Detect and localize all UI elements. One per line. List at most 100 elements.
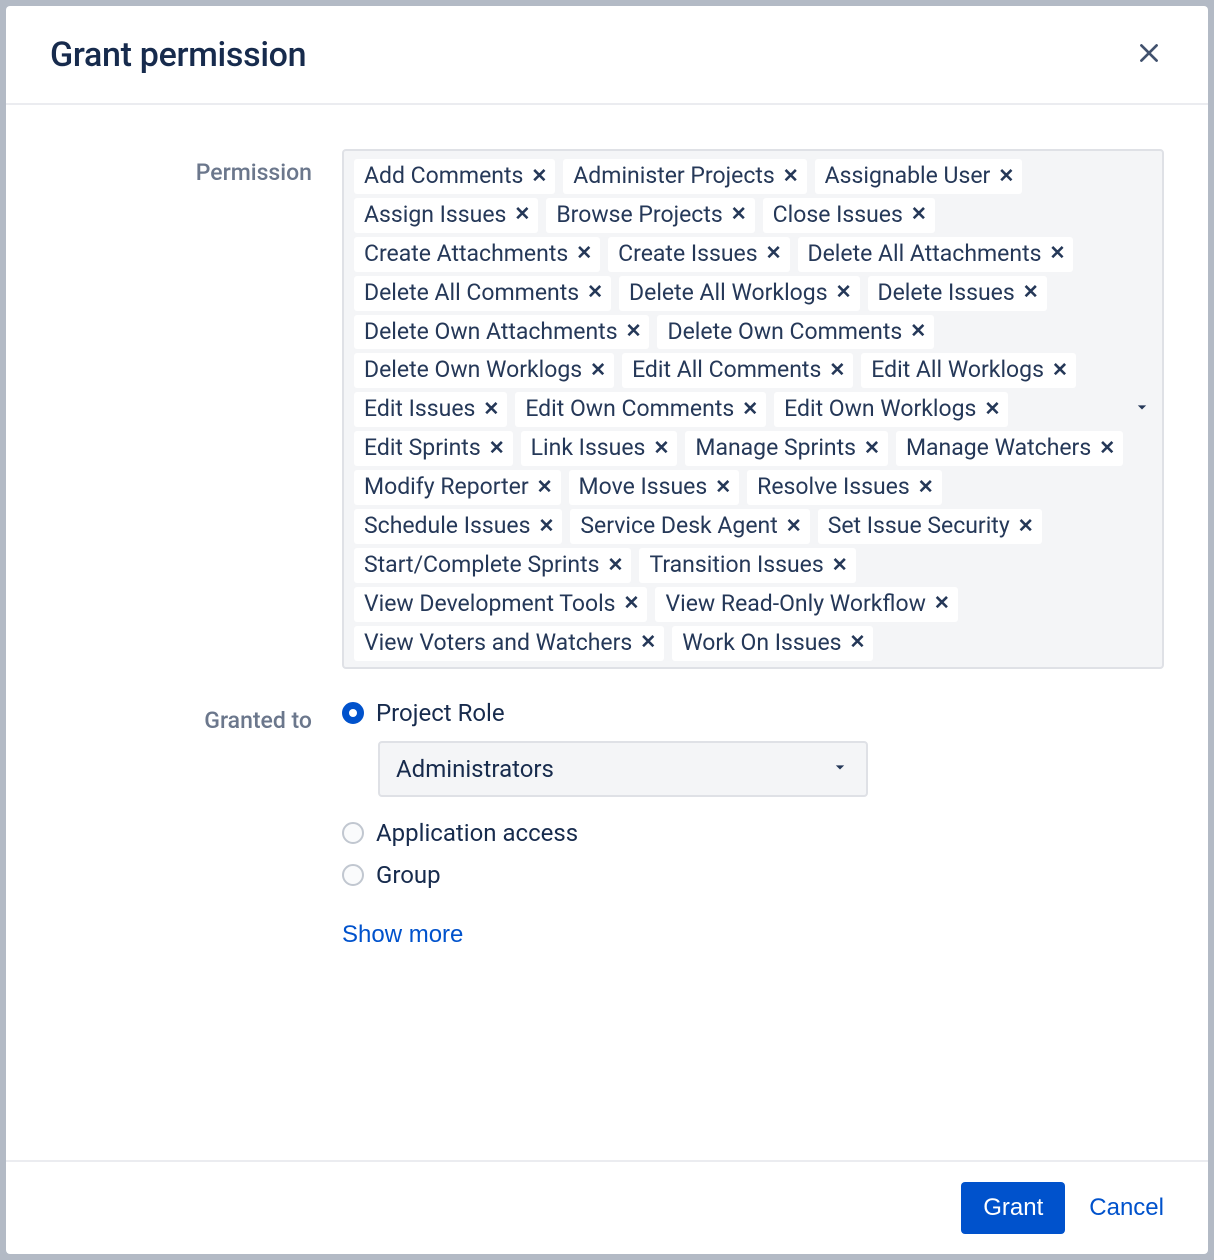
remove-tag-icon[interactable]: ✕	[1049, 241, 1065, 266]
remove-tag-icon[interactable]: ✕	[624, 591, 640, 616]
remove-tag-icon[interactable]: ✕	[626, 319, 642, 344]
permission-tag: Work On Issues✕	[672, 626, 873, 661]
dialog-header: Grant permission	[6, 6, 1208, 105]
permission-tag-label: Edit Own Comments	[525, 394, 734, 424]
permission-tag: Manage Sprints ✕	[685, 431, 888, 466]
grant-button[interactable]: Grant	[961, 1182, 1065, 1234]
remove-tag-icon[interactable]: ✕	[864, 436, 880, 461]
permission-tag: Manage Watchers✕	[896, 431, 1123, 466]
remove-tag-icon[interactable]: ✕	[786, 514, 802, 539]
permission-tag: Modify Reporter✕	[354, 470, 561, 505]
remove-tag-icon[interactable]: ✕	[832, 553, 848, 578]
radio-option[interactable]: Application access	[342, 819, 1164, 847]
dialog-title: Grant permission	[50, 35, 306, 75]
permission-tag: View Development Tools ✕	[354, 587, 647, 622]
cancel-button[interactable]: Cancel	[1089, 1194, 1164, 1222]
role-select-value: Administrators	[396, 755, 554, 783]
permission-tag-label: View Development Tools	[364, 589, 616, 619]
permission-tag: Edit Own Comments ✕	[515, 392, 766, 427]
permission-tag-label: Assign Issues	[364, 200, 506, 230]
permission-tag: Delete Own Worklogs✕	[354, 353, 614, 388]
remove-tag-icon[interactable]: ✕	[587, 280, 603, 305]
permission-field: Permission Add Comments✕Administer Proje…	[50, 149, 1164, 669]
role-select[interactable]: Administrators	[378, 741, 868, 797]
granted-to-field: Granted to Project Role Administrators App…	[50, 697, 1164, 949]
permission-tag-label: Create Attachments	[364, 239, 568, 269]
remove-tag-icon[interactable]: ✕	[998, 164, 1014, 189]
remove-tag-icon[interactable]: ✕	[1018, 514, 1034, 539]
permission-tag: View Read-Only Workflow ✕	[655, 587, 957, 622]
permission-tag-label: Edit Sprints	[364, 433, 481, 463]
permission-tag: Delete Own Comments✕	[657, 315, 934, 350]
remove-tag-icon[interactable]: ✕	[850, 630, 866, 655]
permission-tag-label: Set Issue Security	[828, 511, 1010, 541]
radio-option[interactable]: Project Role	[342, 699, 1164, 727]
permission-tag-label: Assignable User	[825, 161, 991, 191]
remove-tag-icon[interactable]: ✕	[653, 436, 669, 461]
remove-tag-icon[interactable]: ✕	[766, 241, 782, 266]
permission-tag-label: View Read-Only Workflow	[665, 589, 925, 619]
remove-tag-icon[interactable]: ✕	[538, 514, 554, 539]
permission-tag: Delete Issues✕	[868, 276, 1047, 311]
permission-tag: Schedule Issues ✕	[354, 509, 562, 544]
permission-tag-label: Move Issues	[579, 472, 708, 502]
permission-tag: Resolve Issues ✕	[747, 470, 942, 505]
permission-tag-label: Delete All Attachments	[808, 239, 1042, 269]
permission-tag-label: Resolve Issues	[757, 472, 910, 502]
permission-tag: Delete All Comments✕	[354, 276, 611, 311]
close-button[interactable]	[1130, 34, 1168, 75]
permission-multiselect[interactable]: Add Comments✕Administer Projects✕Assigna…	[342, 149, 1164, 669]
permission-tag: Edit All Comments✕	[622, 353, 853, 388]
permission-tag: Edit Own Worklogs✕	[774, 392, 1008, 427]
permission-tag-label: View Voters and Watchers	[364, 628, 632, 658]
remove-tag-icon[interactable]: ✕	[918, 475, 934, 500]
permission-tag: Transition Issues ✕	[639, 548, 855, 583]
remove-tag-icon[interactable]: ✕	[731, 202, 747, 227]
remove-tag-icon[interactable]: ✕	[1052, 358, 1068, 383]
permission-tag: Start/Complete Sprints ✕	[354, 548, 631, 583]
remove-tag-icon[interactable]: ✕	[483, 397, 499, 422]
remove-tag-icon[interactable]: ✕	[531, 164, 547, 189]
remove-tag-icon[interactable]: ✕	[514, 202, 530, 227]
dialog-body: Permission Add Comments✕Administer Proje…	[6, 105, 1208, 1160]
remove-tag-icon[interactable]: ✕	[783, 164, 799, 189]
remove-tag-icon[interactable]: ✕	[590, 358, 606, 383]
remove-tag-icon[interactable]: ✕	[640, 630, 656, 655]
permission-tag: Service Desk Agent✕	[570, 509, 809, 544]
permission-tag: Link Issues✕	[521, 431, 678, 466]
remove-tag-icon[interactable]: ✕	[489, 436, 505, 461]
remove-tag-icon[interactable]: ✕	[1099, 436, 1115, 461]
permission-tag: Close Issues✕	[763, 198, 935, 233]
remove-tag-icon[interactable]: ✕	[715, 475, 731, 500]
remove-tag-icon[interactable]: ✕	[910, 319, 926, 344]
permission-tag: Move Issues ✕	[569, 470, 740, 505]
remove-tag-icon[interactable]: ✕	[742, 397, 758, 422]
granted-to-label: Granted to	[50, 697, 342, 949]
remove-tag-icon[interactable]: ✕	[911, 202, 927, 227]
permission-tag: Edit All Worklogs✕	[861, 353, 1076, 388]
permission-tag-label: Browse Projects	[556, 200, 722, 230]
permission-tag-label: Manage Sprints	[695, 433, 856, 463]
radio-option[interactable]: Group	[342, 861, 1164, 889]
radio-circle-icon	[342, 864, 364, 886]
remove-tag-icon[interactable]: ✕	[934, 591, 950, 616]
remove-tag-icon[interactable]: ✕	[984, 397, 1000, 422]
permission-tag: Delete All Worklogs✕	[619, 276, 859, 311]
remove-tag-icon[interactable]: ✕	[608, 553, 624, 578]
remove-tag-icon[interactable]: ✕	[537, 475, 553, 500]
remove-tag-icon[interactable]: ✕	[576, 241, 592, 266]
permission-tag-label: Administer Projects	[573, 161, 774, 191]
permission-tag-label: Start/Complete Sprints	[364, 550, 600, 580]
permission-tag-label: Schedule Issues	[364, 511, 530, 541]
remove-tag-icon[interactable]: ✕	[1023, 280, 1039, 305]
close-icon	[1136, 40, 1162, 69]
permission-tag-label: Delete Own Attachments	[364, 317, 618, 347]
remove-tag-icon[interactable]: ✕	[836, 280, 852, 305]
radio-label: Group	[376, 861, 441, 889]
radio-label: Project Role	[376, 699, 505, 727]
remove-tag-icon[interactable]: ✕	[829, 358, 845, 383]
permission-tag-label: Transition Issues	[649, 550, 823, 580]
show-more-link[interactable]: Show more	[342, 903, 463, 949]
permission-tag: Create Attachments ✕	[354, 237, 600, 272]
permission-tag-label: Create Issues	[618, 239, 757, 269]
